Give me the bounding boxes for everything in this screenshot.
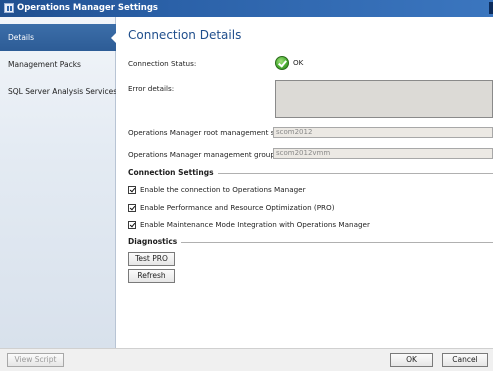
- connection-settings-title: Connection Settings: [128, 168, 218, 178]
- test-pro-button[interactable]: Test PRO: [128, 252, 175, 266]
- enable-connection-checkbox[interactable]: [128, 186, 136, 194]
- sidebar-item-label: Management Packs: [8, 60, 81, 69]
- view-script-button[interactable]: View Script: [7, 353, 64, 367]
- enable-maintenance-mode-label: Enable Maintenance Mode Integration with…: [140, 220, 370, 229]
- sidebar-item-details[interactable]: Details: [0, 24, 117, 51]
- root-server-field[interactable]: scom2012: [273, 127, 493, 138]
- sidebar-item-label: Details: [8, 33, 35, 42]
- enable-pro-checkbox[interactable]: [128, 204, 136, 212]
- sidebar: Details Management Packs SQL Server Anal…: [0, 17, 118, 348]
- error-details-label: Error details:: [128, 84, 175, 93]
- connection-status-label: Connection Status:: [128, 59, 197, 68]
- operations-manager-settings-window: Operations Manager Settings Details Mana…: [0, 0, 493, 371]
- title-bar-edge: [489, 2, 493, 14]
- enable-pro-label: Enable Performance and Resource Optimiza…: [140, 203, 335, 212]
- window-title: Operations Manager Settings: [17, 3, 158, 13]
- enable-connection-label: Enable the connection to Operations Mana…: [140, 185, 306, 194]
- refresh-button[interactable]: Refresh: [128, 269, 175, 283]
- ok-check-icon: [275, 56, 289, 70]
- root-server-label: Operations Manager root management serve…: [128, 128, 296, 137]
- sidebar-item-management-packs[interactable]: Management Packs: [0, 51, 116, 78]
- enable-maintenance-mode-checkbox[interactable]: [128, 221, 136, 229]
- main-content: Connection Details Connection Status: OK…: [116, 17, 493, 348]
- app-icon: [4, 3, 14, 13]
- page-title: Connection Details: [128, 28, 242, 42]
- connection-status-value: OK: [293, 58, 304, 67]
- error-details-box[interactable]: [275, 80, 493, 118]
- ok-button[interactable]: OK: [390, 353, 433, 367]
- management-group-label: Operations Manager management group:: [128, 150, 278, 159]
- section-divider: [128, 242, 493, 243]
- diagnostics-header: Diagnostics: [128, 237, 493, 247]
- footer-bar: View Script OK Cancel: [0, 348, 493, 371]
- diagnostics-title: Diagnostics: [128, 237, 182, 247]
- connection-settings-header: Connection Settings: [128, 168, 493, 178]
- cancel-button[interactable]: Cancel: [442, 353, 488, 367]
- sidebar-item-label: SQL Server Analysis Services: [8, 87, 118, 96]
- management-group-field[interactable]: scom2012vmm: [273, 148, 493, 159]
- title-bar[interactable]: Operations Manager Settings: [0, 0, 493, 17]
- sidebar-item-sql-server-analysis-services[interactable]: SQL Server Analysis Services: [0, 78, 118, 105]
